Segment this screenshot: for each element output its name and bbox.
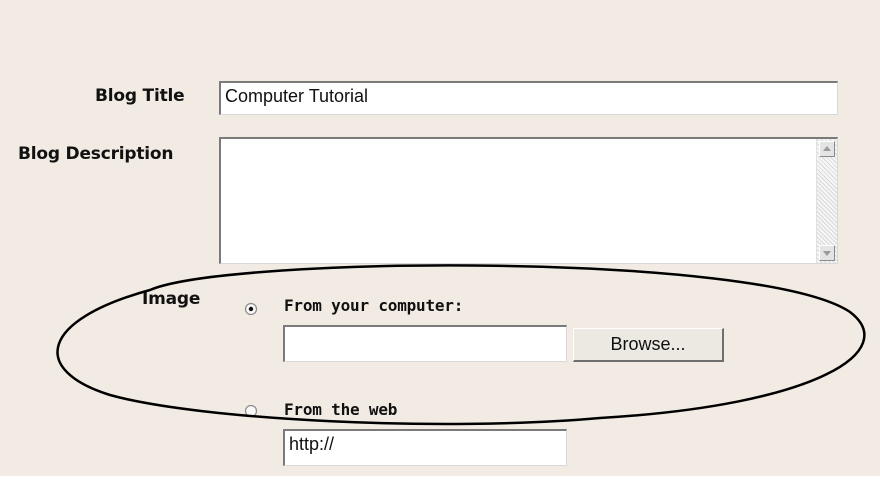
blog-description-textarea[interactable]	[219, 137, 838, 264]
blog-title-label: Blog Title	[95, 86, 185, 106]
blog-title-input[interactable]: Computer Tutorial	[219, 81, 838, 115]
radio-from-computer[interactable]	[244, 302, 258, 316]
image-label: Image	[142, 289, 201, 309]
file-path-input[interactable]	[283, 325, 567, 362]
browse-button[interactable]: Browse...	[573, 328, 724, 362]
scroll-up-button[interactable]	[819, 141, 835, 157]
blog-description-label: Blog Description	[18, 144, 174, 164]
web-url-input[interactable]: http://	[283, 429, 567, 466]
scroll-down-arrow-icon	[823, 251, 831, 256]
from-web-label: From the web	[284, 400, 398, 419]
from-computer-label: From your computer:	[284, 296, 464, 315]
scroll-down-button[interactable]	[819, 245, 835, 261]
radio-from-web[interactable]	[244, 404, 258, 418]
description-scrollbar[interactable]	[816, 139, 837, 263]
scroll-up-arrow-icon	[823, 146, 831, 151]
blog-settings-panel: Blog Title Computer Tutorial Blog Descri…	[0, 0, 880, 476]
